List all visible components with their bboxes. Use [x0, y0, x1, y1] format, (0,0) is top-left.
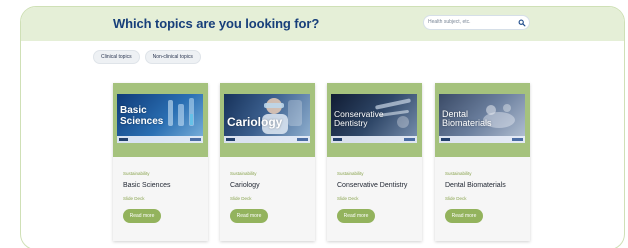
card-title[interactable]: Dental Biomaterials	[445, 182, 506, 189]
logo-mark	[119, 138, 128, 141]
partner-logo-mark	[190, 138, 201, 141]
card-thumbnail-frame: Basic Sciences	[113, 83, 208, 157]
search-input[interactable]: Health subject, etc.	[423, 15, 530, 30]
read-more-button[interactable]: Read more	[123, 209, 161, 223]
card-type: Slide Deck	[445, 196, 467, 201]
thumbnail-logo-strip	[224, 136, 310, 143]
card-title[interactable]: Cariology	[230, 182, 260, 189]
thumbnail-title-line-1: Basic	[120, 105, 147, 116]
topic-card-conservative-dentistry[interactable]: Conservative Dentistry Sustainability Co…	[327, 83, 422, 241]
card-category: Sustainability	[123, 171, 150, 176]
card-thumbnail-frame: Dental Biomaterials	[435, 83, 530, 157]
card-category: Sustainability	[445, 171, 472, 176]
thumbnail-logo-strip	[331, 136, 417, 143]
lab-glassware-illustration	[168, 98, 194, 126]
topics-panel: Which topics are you looking for? Health…	[20, 6, 625, 248]
filter-clinical-topics[interactable]: Clinical topics	[93, 50, 140, 64]
card-thumbnail[interactable]: Basic Sciences	[117, 94, 203, 143]
card-category: Sustainability	[337, 171, 364, 176]
card-type: Slide Deck	[337, 196, 359, 201]
card-type: Slide Deck	[123, 196, 145, 201]
filter-non-clinical-topics[interactable]: Non-clinical topics	[144, 50, 201, 64]
partner-logo-mark	[512, 138, 523, 141]
thumbnail-logo-strip	[439, 136, 525, 143]
partner-logo-mark	[404, 138, 415, 141]
thumbnail-logo-strip	[117, 136, 203, 143]
card-category: Sustainability	[230, 171, 257, 176]
topics-header: Which topics are you looking for? Health…	[21, 7, 624, 41]
read-more-button[interactable]: Read more	[337, 209, 375, 223]
card-thumbnail[interactable]: Conservative Dentistry	[331, 94, 417, 143]
card-type: Slide Deck	[230, 196, 252, 201]
topic-card-cariology[interactable]: Cariology Sustainability Cariology Slide…	[220, 83, 315, 241]
card-thumbnail-frame: Cariology	[220, 83, 315, 157]
logo-mark	[226, 138, 235, 141]
search-placeholder[interactable]: Health subject, etc.	[428, 19, 471, 25]
thumbnail-title-line-2: Sciences	[120, 116, 164, 127]
read-more-button[interactable]: Read more	[445, 209, 483, 223]
logo-mark	[441, 138, 450, 141]
topic-filters: Clinical topics Non-clinical topics	[93, 50, 201, 64]
search-icon[interactable]	[518, 19, 526, 27]
partner-logo-mark	[297, 138, 308, 141]
card-title[interactable]: Basic Sciences	[123, 182, 170, 189]
read-more-button[interactable]: Read more	[230, 209, 268, 223]
page-title: Which topics are you looking for?	[113, 16, 320, 31]
thumbnail-title-line-2: Biomaterials	[442, 118, 492, 128]
card-thumbnail[interactable]: Cariology	[224, 94, 310, 143]
topic-card-basic-sciences[interactable]: Basic Sciences Sustainability Basic Scie…	[113, 83, 208, 241]
card-thumbnail[interactable]: Dental Biomaterials	[439, 94, 525, 143]
card-title[interactable]: Conservative Dentistry	[337, 182, 407, 189]
thumbnail-title-line-1: Cariology	[227, 115, 283, 129]
logo-mark	[333, 138, 342, 141]
topic-card-dental-biomaterials[interactable]: Dental Biomaterials Sustainability Denta…	[435, 83, 530, 241]
thumbnail-title-line-2: Dentistry	[334, 118, 368, 128]
card-thumbnail-frame: Conservative Dentistry	[327, 83, 422, 157]
